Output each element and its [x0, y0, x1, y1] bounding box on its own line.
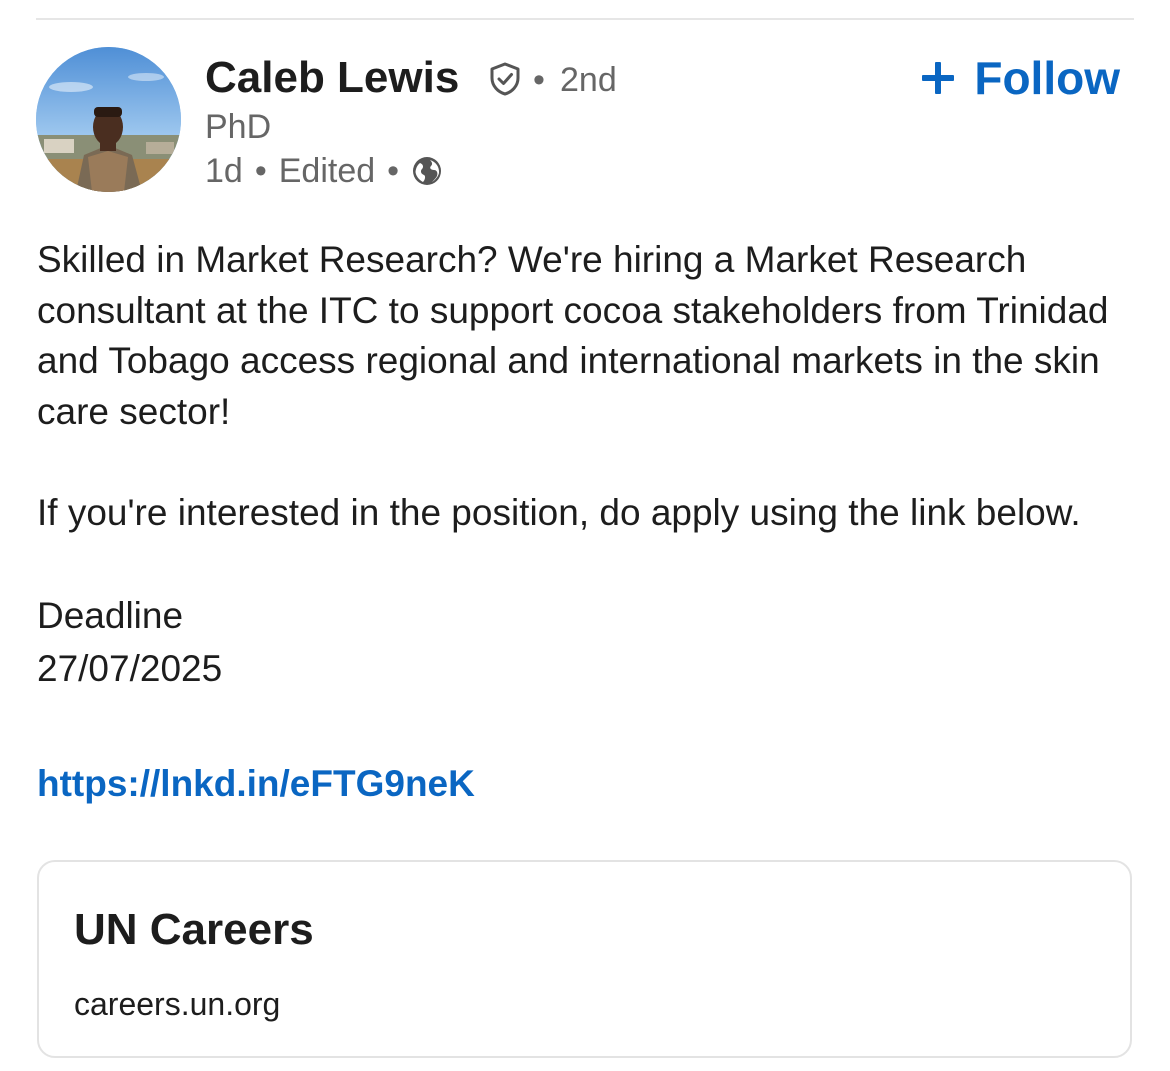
separator-dot: • [387, 152, 400, 190]
avatar[interactable] [36, 47, 181, 192]
top-divider [36, 18, 1134, 20]
globe-icon [413, 157, 442, 185]
deadline-date: 27/07/2025 [37, 647, 223, 689]
post-paragraph: Skilled in Market Research? We're hiring… [37, 239, 1109, 432]
link-preview-card[interactable]: UN Careers careers.un.org [37, 860, 1132, 1058]
link-preview-domain: careers.un.org [74, 986, 281, 1022]
verified-shield-icon [490, 62, 520, 96]
plus-icon [922, 62, 955, 94]
separator-dot: • [254, 152, 267, 190]
post-timestamp: 1d [205, 152, 243, 190]
deadline-label: Deadline [37, 594, 184, 636]
post-paragraph: If you're interested in the position, do… [37, 491, 1081, 533]
follow-label: Follow [974, 52, 1120, 104]
edited-label: Edited [278, 152, 376, 190]
post-body: Skilled in Market Research? We're hiring… [37, 235, 1127, 809]
post-link[interactable]: https://lnkd.in/eFTG9neK [37, 759, 475, 809]
separator-dot: • [533, 61, 545, 99]
avatar-photo [36, 47, 181, 192]
author-name[interactable]: Caleb Lewis [205, 52, 459, 104]
connection-degree: 2nd [560, 61, 617, 99]
post-meta: 1d • Edited • [205, 150, 443, 192]
follow-button[interactable]: Follow [920, 50, 1120, 106]
author-headline: PhD [205, 108, 272, 146]
link-preview-title: UN Careers [74, 905, 314, 954]
